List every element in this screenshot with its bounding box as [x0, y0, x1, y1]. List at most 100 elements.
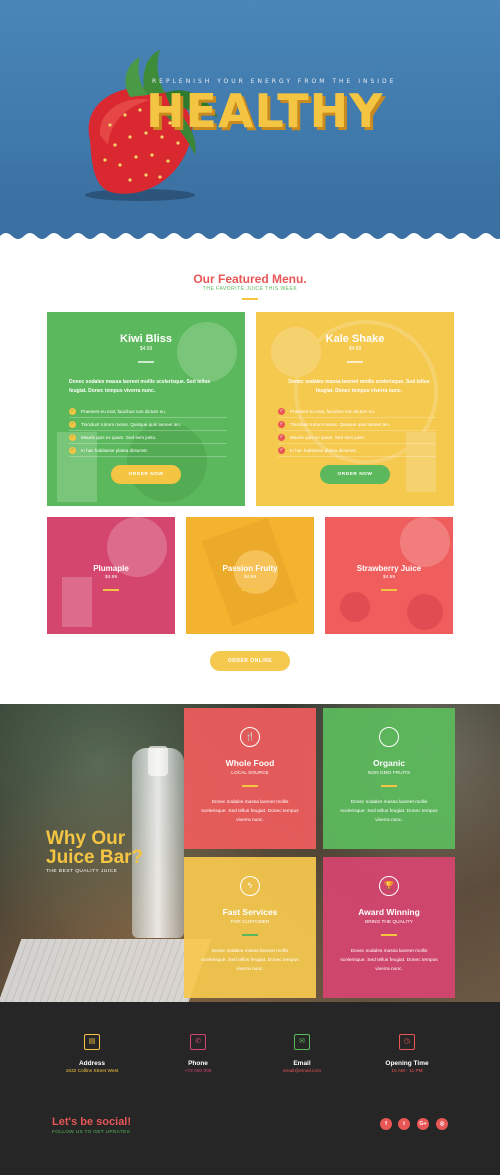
- featured-subtitle: THE FAVORITE JUICE THIS WEEK: [202, 286, 298, 292]
- menu-card-passion-fruity[interactable]: Passion Fruity $4.99: [186, 517, 314, 634]
- phone-icon: ✆: [190, 1034, 206, 1050]
- card-price: $4.99: [104, 575, 117, 580]
- napkin-image: [0, 939, 212, 1002]
- card-price: $4.99: [382, 575, 395, 580]
- list-item: ✓ Tincidunt rutrum metus. Quisque quis la…: [278, 418, 436, 431]
- feature-subtitle: BRING THE QUALITY: [365, 920, 413, 925]
- list-item: ✓ In hac habitasse platea dictumst.: [69, 444, 227, 457]
- contact-phone: ✆ Phone +72 000 000: [148, 1034, 248, 1074]
- card-divider: [381, 589, 397, 591]
- feature-description: Donec sodales massa laoreet mollis scele…: [340, 949, 438, 972]
- feature-whole-food: 🍴 Whole Food LOCAL SOURCE Donec sodales …: [184, 708, 316, 849]
- envelope-icon: ✉: [294, 1034, 310, 1050]
- card-description: Donec sodales massa laoreet mollis scele…: [288, 379, 430, 394]
- feature-description: Donec sodales massa laoreet mollis scele…: [340, 800, 438, 823]
- order-online-button[interactable]: ORDER ONLINE: [210, 651, 290, 671]
- feature-subtitle: NON GMO FRUITS: [367, 771, 411, 776]
- feature-divider: [381, 934, 397, 936]
- card-price: $4.99: [243, 575, 256, 580]
- featured-divider: [242, 298, 258, 300]
- hero-title: HEALTHY: [146, 84, 384, 138]
- feature-description: Donec sodales massa laoreet mollis scele…: [201, 800, 299, 823]
- card-divider: [103, 589, 119, 591]
- facebook-icon[interactable]: f: [380, 1118, 392, 1130]
- list-item-text: Praesent eu erat, faucibus non dictum eu…: [81, 408, 167, 414]
- contact-label: Email: [293, 1060, 311, 1067]
- utensils-icon: 🍴: [240, 727, 260, 747]
- menu-card-kale-shake: Kale Shake $4.99 Donec sodales massa lao…: [256, 312, 454, 506]
- list-item-text: In hac habitasse platea dictumst.: [290, 447, 357, 453]
- menu-card-kiwi-bliss: Kiwi Bliss $4.99 Donec sodales massa lao…: [47, 312, 245, 506]
- list-item: ✓ Mauris quis ex quam. Sed sem justo.: [278, 431, 436, 444]
- check-icon: ✓: [69, 446, 76, 454]
- check-icon: ✓: [69, 407, 76, 415]
- card-feature-list: ✓ Praesent eu erat, faucibus non dictum e…: [69, 405, 227, 457]
- contact-value[interactable]: email@email.com: [252, 1069, 352, 1074]
- hero-section: REPLENISH YOUR ENERGY FROM THE INSIDE HE…: [0, 0, 500, 245]
- contact-label: Opening Time: [385, 1060, 429, 1067]
- contact-email: ✉ Email email@email.com: [252, 1034, 352, 1074]
- feature-description: Donec sodales massa laoreet mollis scele…: [201, 949, 299, 972]
- list-item-text: Tincidunt rutrum metus. Quisque quis lao…: [81, 421, 182, 427]
- footer: [0, 1002, 500, 1175]
- why-subtitle: THE BEST QUALITY JUICE: [46, 869, 118, 874]
- check-icon: ✓: [69, 420, 76, 428]
- card-title: Plumaple: [93, 564, 129, 573]
- apple-icon: [379, 727, 399, 747]
- contact-label: Phone: [188, 1060, 208, 1067]
- card-price: $4.99: [139, 346, 153, 352]
- card-title: Passion Fruity: [222, 564, 278, 573]
- feature-subtitle: FOR CUSTOMER: [230, 920, 270, 925]
- card-title: Strawberry Juice: [356, 564, 422, 573]
- card-divider: [242, 589, 258, 591]
- check-icon: ✓: [69, 433, 76, 441]
- clock-icon: ◷: [399, 1034, 415, 1050]
- feature-divider: [242, 934, 258, 936]
- feature-award-winning: 🏆 Award Winning BRING THE QUALITY Donec …: [323, 857, 455, 998]
- contact-value: 10 AM - 11 PM: [391, 1069, 423, 1074]
- list-item: ✓ Mauris quis ex quam. Sed sem justo.: [69, 431, 227, 444]
- check-icon: ✓: [278, 446, 285, 454]
- card-title: Kale Shake: [325, 333, 385, 345]
- card-divider: [347, 361, 363, 363]
- list-item: ✓ Tincidunt rutrum metus. Quisque quis la…: [69, 418, 227, 431]
- social-title: Let's be social!: [52, 1116, 132, 1128]
- social-subtitle: FOLLOW US TO GET UPDATES: [52, 1130, 131, 1135]
- list-item: ✓ Praesent eu erat, faucibus non dictum e…: [69, 405, 227, 418]
- feature-title: Organic: [372, 758, 406, 768]
- lightning-icon: ϟ: [240, 876, 260, 896]
- instagram-icon[interactable]: ◎: [436, 1118, 448, 1130]
- contact-label: Address: [78, 1060, 105, 1067]
- feature-title: Fast Services: [222, 907, 278, 917]
- contact-value[interactable]: +72 000 000: [148, 1069, 248, 1074]
- list-item-text: Mauris quis ex quam. Sed sem justo.: [81, 434, 157, 440]
- featured-title: Our Featured Menu.: [193, 272, 307, 286]
- card-feature-list: ✓ Praesent eu erat, faucibus non dictum e…: [278, 405, 436, 457]
- list-item: ✓ Praesent eu erat, faucibus non dictum e…: [278, 405, 436, 418]
- contact-value: 1632 Collins Street West: [65, 1069, 119, 1074]
- card-divider: [138, 361, 154, 363]
- feature-fast-services: ϟ Fast Services FOR CUSTOMER Donec sodal…: [184, 857, 316, 998]
- check-icon: ✓: [278, 433, 285, 441]
- why-title-line1: Why Our: [46, 828, 126, 849]
- feature-title: Award Winning: [358, 907, 420, 917]
- check-icon: ✓: [278, 420, 285, 428]
- card-title: Kiwi Bliss: [120, 333, 172, 345]
- wave-divider: [0, 233, 500, 248]
- feature-title: Whole Food: [225, 758, 275, 768]
- menu-card-strawberry-juice[interactable]: Strawberry Juice $4.99: [325, 517, 453, 634]
- building-icon: ▤: [84, 1034, 100, 1050]
- check-icon: ✓: [278, 407, 285, 415]
- list-item-text: Praesent eu erat, faucibus non dictum eu…: [290, 408, 376, 414]
- menu-card-plumaple[interactable]: Plumaple $4.99: [47, 517, 175, 634]
- feature-divider: [242, 785, 258, 787]
- feature-subtitle: LOCAL SOURCE: [231, 771, 269, 776]
- order-now-button[interactable]: ORDER NOW: [320, 465, 390, 484]
- card-description: Donec sodales massa laoreet mollis scele…: [69, 379, 211, 394]
- list-item: ✓ In hac habitasse platea dictumst.: [278, 444, 436, 457]
- google-plus-icon[interactable]: G+: [417, 1118, 429, 1130]
- twitter-icon[interactable]: t: [398, 1118, 410, 1130]
- order-now-button[interactable]: ORDER NOW: [111, 465, 181, 484]
- list-item-text: In hac habitasse platea dictumst.: [81, 447, 148, 453]
- contact-address: ▤ Address 1632 Collins Street West: [42, 1034, 142, 1074]
